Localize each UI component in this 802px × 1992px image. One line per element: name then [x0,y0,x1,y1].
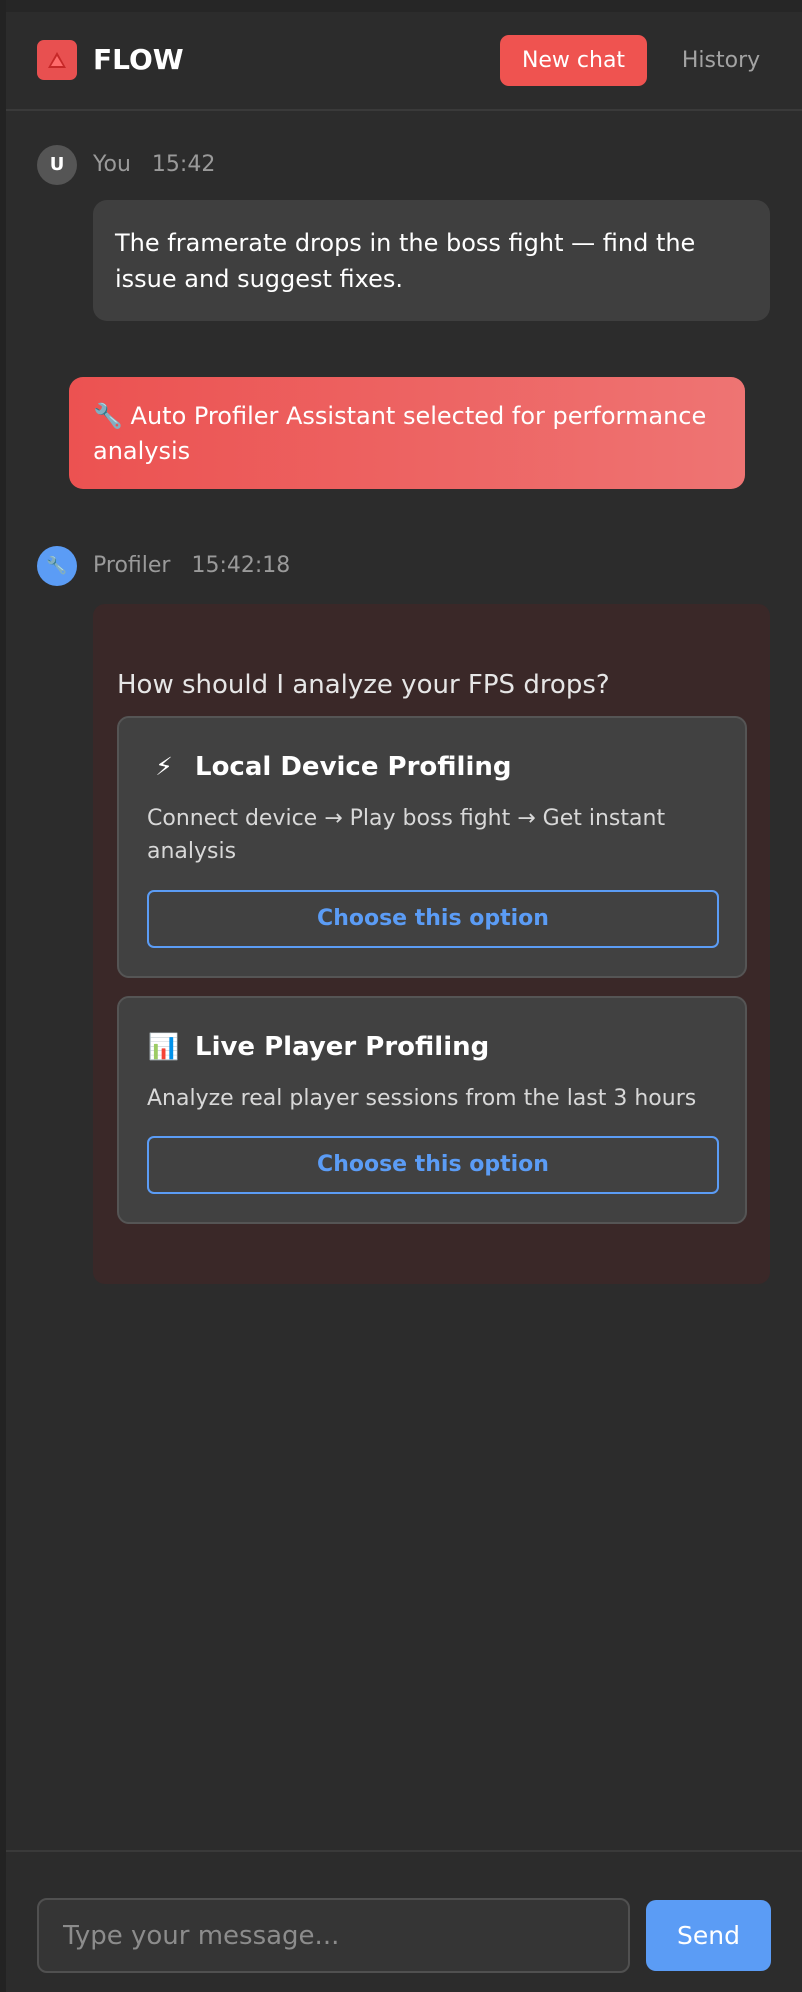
message-input[interactable] [37,1898,630,1973]
user-message-text: The framerate drops in the boss fight — … [115,229,696,293]
user-message-meta: You 15:42 [93,150,215,180]
option-description: Connect device → Play boss fight → Get i… [147,806,666,864]
app-brand: FLOW [93,43,184,76]
message-composer: Send [6,1850,802,1992]
user-message-bubble: The framerate drops in the boss fight — … [93,200,770,321]
profiler-message-time: 15:42:18 [191,553,291,578]
wrench-icon: 🔧 [93,402,123,430]
option-card-local-device[interactable]: ⚡ Local Device Profiling Connect device … [117,716,747,978]
option-title: Live Player Profiling [195,1032,490,1062]
profiler-name: Profiler [93,553,171,578]
assistant-selected-banner: 🔧 Auto Profiler Assistant selected for p… [69,377,745,489]
wrench-icon: 🔧 [46,556,68,576]
user-avatar: U [37,145,77,185]
option-card-live-player[interactable]: 📊 Live Player Profiling Analyze real pla… [117,996,747,1224]
profiler-message-panel: How should I analyze your FPS drops? ⚡ L… [93,604,770,1284]
banner-text: 🔧 Auto Profiler Assistant selected for p… [93,399,721,469]
banner-label: Auto Profiler Assistant selected for per… [93,402,707,465]
bar-chart-icon: 📊 [148,1032,180,1061]
choose-option-button[interactable]: Choose this option [147,1136,719,1194]
history-link[interactable]: History [676,35,766,86]
window-top-strip [0,0,802,12]
new-chat-button[interactable]: New chat [500,35,647,86]
lightning-icon: ⚡ [155,752,173,781]
choose-option-button[interactable]: Choose this option [147,890,719,948]
user-message-time: 15:42 [151,152,216,177]
warning-triangle-icon [37,40,77,80]
app-header: FLOW New chat History [6,12,802,111]
profiler-question: How should I analyze your FPS drops? [117,670,610,700]
profiler-avatar: 🔧 [37,546,77,586]
option-description: Analyze real player sessions from the la… [147,1086,697,1111]
profiler-message-meta: Profiler 15:42:18 [93,551,290,581]
send-button[interactable]: Send [646,1900,771,1971]
chat-app: FLOW New chat History U You 15:42 The fr… [6,12,802,1992]
user-name: You [93,152,131,177]
option-title: Local Device Profiling [195,752,512,782]
